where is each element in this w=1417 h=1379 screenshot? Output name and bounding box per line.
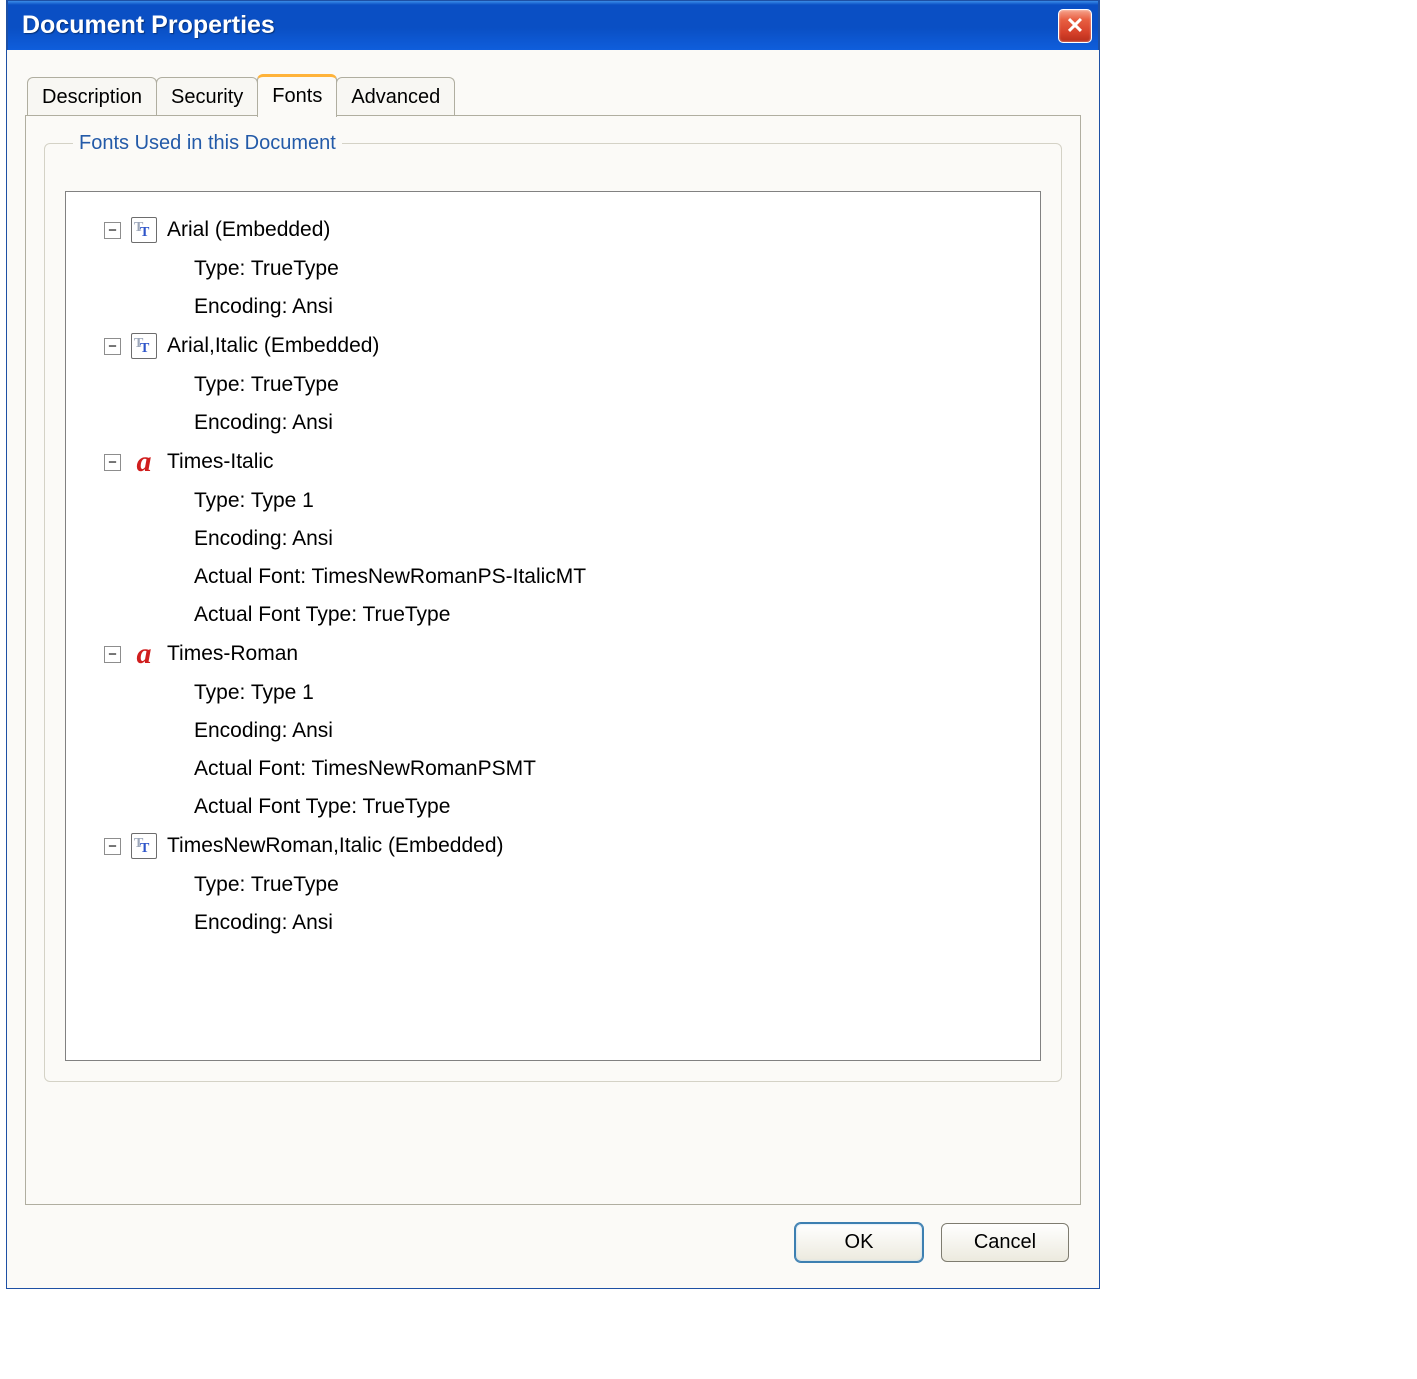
- tree-node-font[interactable]: − a Times-Italic: [80, 442, 1026, 482]
- type1-font-icon: a: [131, 449, 157, 475]
- type1-font-icon: a: [131, 641, 157, 667]
- truetype-font-icon: [131, 217, 157, 243]
- font-name-label: Times-Roman: [167, 640, 298, 668]
- font-detail: Actual Font Type: TrueType: [80, 596, 1026, 634]
- font-name-label: Arial (Embedded): [167, 216, 330, 244]
- ok-button[interactable]: OK: [795, 1223, 923, 1262]
- truetype-font-icon: [131, 333, 157, 359]
- tab-advanced[interactable]: Advanced: [336, 77, 455, 116]
- fonts-tree[interactable]: − Arial (Embedded) Type: TrueType Encodi…: [65, 191, 1041, 1061]
- font-detail: Encoding: Ansi: [80, 520, 1026, 558]
- font-name-label: Times-Italic: [167, 448, 274, 476]
- tab-panel-fonts: Fonts Used in this Document − Arial (Emb…: [25, 115, 1081, 1205]
- tabs: Description Security Fonts Advanced: [27, 72, 1081, 115]
- truetype-font-icon: [131, 833, 157, 859]
- fonts-groupbox: Fonts Used in this Document − Arial (Emb…: [44, 132, 1062, 1082]
- font-detail: Type: TrueType: [80, 866, 1026, 904]
- tree-collapse-icon[interactable]: −: [104, 838, 121, 855]
- tab-fonts[interactable]: Fonts: [257, 74, 337, 117]
- tab-description[interactable]: Description: [27, 77, 157, 116]
- tree-collapse-icon[interactable]: −: [104, 646, 121, 663]
- tree-node-font[interactable]: − a Times-Roman: [80, 634, 1026, 674]
- font-detail: Type: TrueType: [80, 366, 1026, 404]
- font-detail: Actual Font: TimesNewRomanPS-ItalicMT: [80, 558, 1026, 596]
- font-detail: Actual Font Type: TrueType: [80, 788, 1026, 826]
- tree-node-font[interactable]: − Arial,Italic (Embedded): [80, 326, 1026, 366]
- font-detail: Encoding: Ansi: [80, 712, 1026, 750]
- font-detail: Actual Font: TimesNewRomanPSMT: [80, 750, 1026, 788]
- font-detail: Type: TrueType: [80, 250, 1026, 288]
- tree-collapse-icon[interactable]: −: [104, 454, 121, 471]
- tree-node-font[interactable]: − TimesNewRoman,Italic (Embedded): [80, 826, 1026, 866]
- group-legend: Fonts Used in this Document: [73, 132, 342, 155]
- font-detail: Encoding: Ansi: [80, 904, 1026, 942]
- font-name-label: Arial,Italic (Embedded): [167, 332, 379, 360]
- font-detail: Type: Type 1: [80, 482, 1026, 520]
- title-bar[interactable]: Document Properties ✕: [7, 0, 1099, 50]
- font-detail: Encoding: Ansi: [80, 404, 1026, 442]
- font-name-label: TimesNewRoman,Italic (Embedded): [167, 832, 504, 860]
- font-detail: Encoding: Ansi: [80, 288, 1026, 326]
- dialog-buttons: OK Cancel: [25, 1205, 1081, 1270]
- client-area: Description Security Fonts Advanced Font…: [7, 50, 1099, 1288]
- font-detail: Type: Type 1: [80, 674, 1026, 712]
- tree-collapse-icon[interactable]: −: [104, 338, 121, 355]
- document-properties-dialog: Document Properties ✕ Description Securi…: [6, 0, 1100, 1289]
- tree-collapse-icon[interactable]: −: [104, 222, 121, 239]
- tree-node-font[interactable]: − Arial (Embedded): [80, 210, 1026, 250]
- cancel-button[interactable]: Cancel: [941, 1223, 1069, 1262]
- tab-security[interactable]: Security: [156, 77, 258, 116]
- dialog-title: Document Properties: [22, 11, 275, 40]
- close-icon[interactable]: ✕: [1058, 9, 1092, 43]
